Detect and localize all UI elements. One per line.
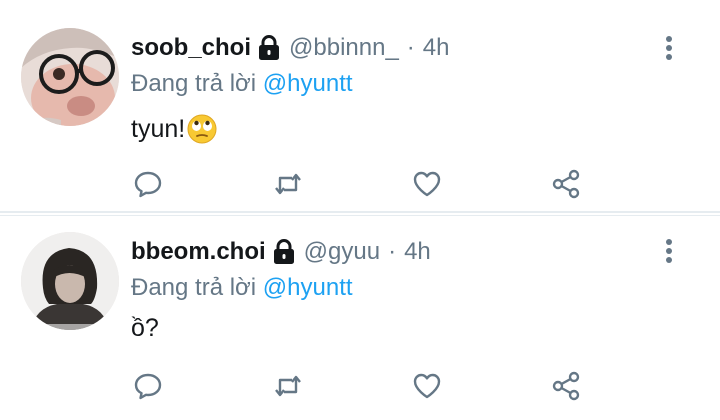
more-options-button[interactable] [652,234,686,268]
retweet-icon [275,375,301,397]
retweet-button[interactable] [268,366,308,406]
retweet-icon [275,173,301,195]
timestamp[interactable]: 4h [404,238,431,266]
like-button[interactable] [407,164,447,204]
lock-icon [257,35,281,61]
tweet-body: ồ? [131,314,159,342]
separator: · [388,238,397,265]
like-button[interactable] [407,366,447,406]
user-handle[interactable]: @gyuu [304,238,380,266]
share-icon [552,371,580,401]
separator: · [406,34,415,61]
tweet-header: bbeom.choi @gyuu · 4h [131,234,431,270]
lock-icon [272,239,296,265]
reply-prefix: Đang trả lời [131,274,257,301]
like-icon [413,373,441,399]
reply-context: Đang trả lời @hyuntt [131,70,353,98]
tweet-header: soob_choi @bbinnn_ · 4h [131,30,450,66]
mention-link[interactable]: @hyuntt [263,70,353,97]
tweet-text: ồ? [131,314,159,343]
user-handle[interactable]: @bbinnn_ [289,34,399,62]
mention-link[interactable]: @hyuntt [263,274,353,301]
tweet-body: tyun! [131,114,186,143]
reply-button[interactable] [128,164,168,204]
more-vertical-icon [666,239,672,263]
avatar-image [21,232,119,330]
reply-context: Đang trả lời @hyuntt [131,274,353,302]
share-button[interactable] [546,164,586,204]
reply-icon [134,171,162,198]
timestamp[interactable]: 4h [423,34,450,62]
tweet[interactable]: soob_choi @bbinnn_ · 4h Đang trả lời @hy… [0,0,720,213]
retweet-button[interactable] [268,164,308,204]
avatar[interactable] [21,28,119,126]
avatar[interactable] [21,232,119,330]
tweet-text: tyun! [131,114,217,144]
reply-icon [134,373,162,400]
rolling-eyes-emoji-icon [187,114,217,144]
display-name[interactable]: bbeom.choi [131,238,266,266]
tweet[interactable]: bbeom.choi @gyuu · 4h Đang trả lời @hyun… [0,215,720,420]
more-options-button[interactable] [652,31,686,65]
more-vertical-icon [666,36,672,60]
like-icon [413,171,441,197]
display-name[interactable]: soob_choi [131,34,251,62]
share-icon [552,169,580,199]
share-button[interactable] [546,366,586,406]
reply-prefix: Đang trả lời [131,70,257,97]
reply-button[interactable] [128,366,168,406]
avatar-image [21,28,119,126]
